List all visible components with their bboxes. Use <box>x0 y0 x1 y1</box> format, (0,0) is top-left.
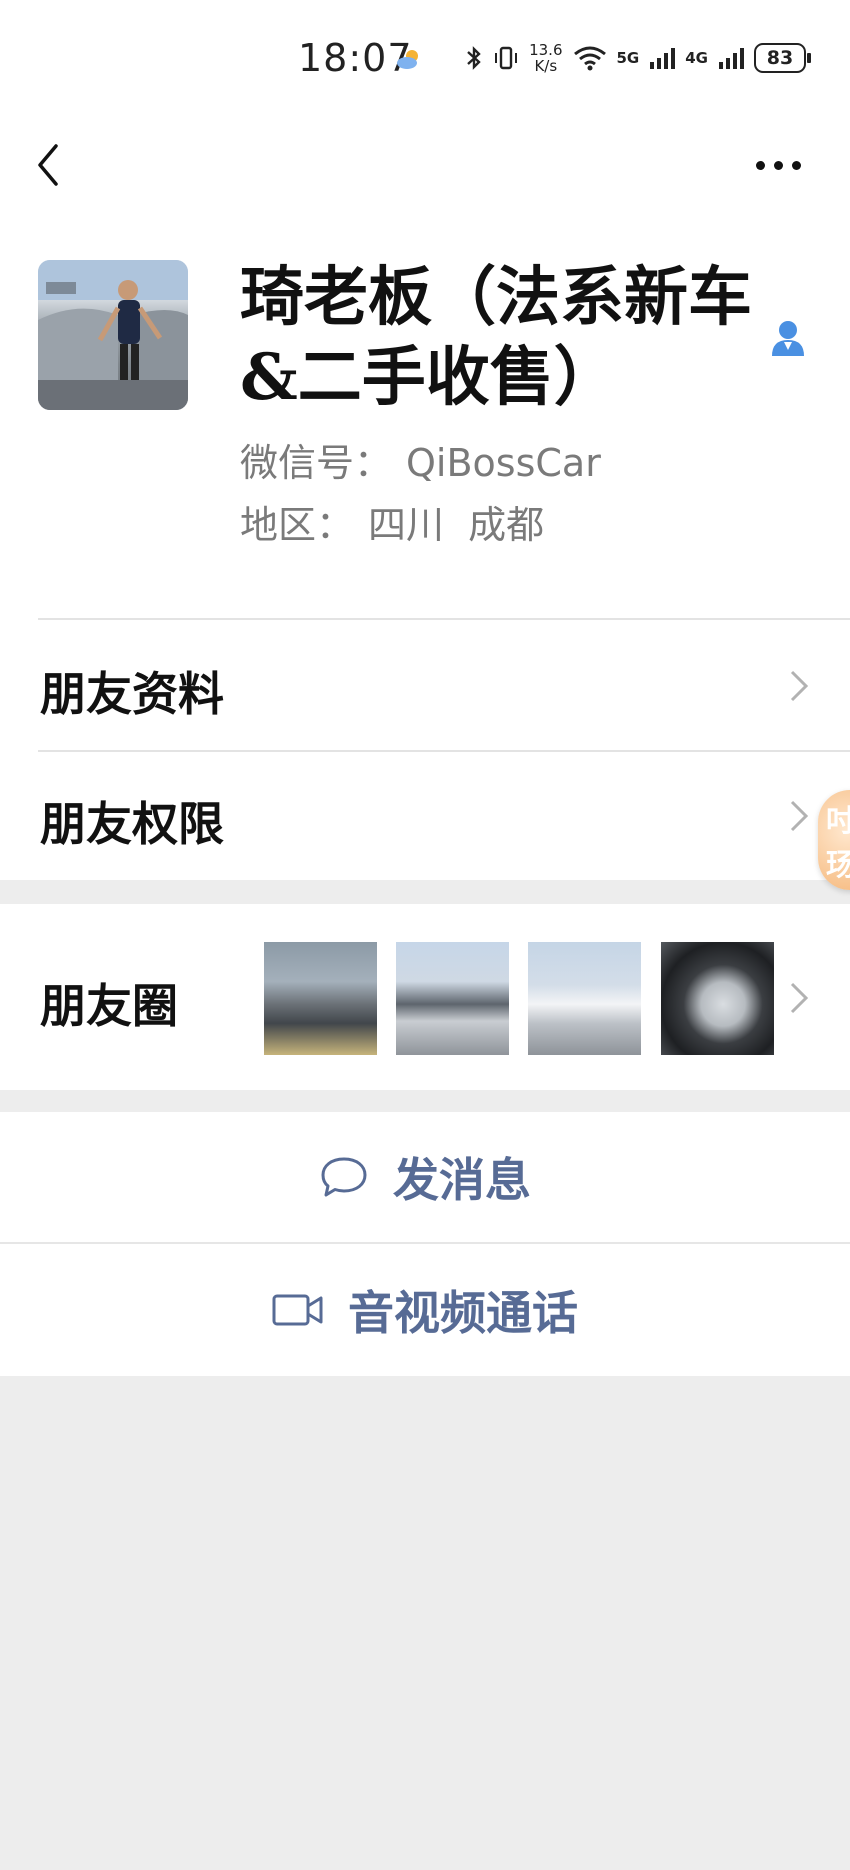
friend-permissions-row[interactable]: 朋友权限 <box>0 752 850 880</box>
dot-icon <box>792 160 801 170</box>
moments-thumbnail <box>528 942 641 1055</box>
send-message-label: 发消息 <box>393 1153 531 1207</box>
bluetooth-icon <box>467 46 481 70</box>
video-camera-icon <box>272 1294 323 1326</box>
avatar[interactable] <box>38 260 188 410</box>
friend-info-label: 朋友资料 <box>40 667 224 721</box>
friend-info-row[interactable]: 朋友资料 <box>0 620 850 750</box>
floating-assistant-badge[interactable]: 吋 玚 <box>818 790 850 890</box>
dot-icon <box>774 160 783 170</box>
chevron-right-icon <box>790 982 809 1014</box>
signal-5g-label: 5G <box>616 49 640 67</box>
friend-permissions-label: 朋友权限 <box>40 797 224 851</box>
region-label: 地区： <box>240 503 355 547</box>
battery-indicator: 83 <box>754 43 811 73</box>
video-call-button[interactable]: 音视频通话 <box>0 1244 850 1376</box>
chat-bubble-icon <box>321 1157 367 1197</box>
back-button[interactable] <box>30 140 70 190</box>
signal-bars-icon <box>719 48 744 69</box>
contact-person-icon[interactable] <box>770 318 806 358</box>
net-speed: 13.6 K/s <box>529 41 563 75</box>
vibrate-icon <box>495 46 518 70</box>
avatar-photo <box>38 260 188 410</box>
moments-label: 朋友圈 <box>40 979 178 1033</box>
moments-thumbnail <box>396 942 509 1055</box>
send-message-button[interactable]: 发消息 <box>0 1112 850 1242</box>
wechat-id-value: QiBossCar <box>406 441 601 485</box>
chevron-right-icon <box>790 800 809 832</box>
moments-thumbnail <box>661 942 774 1055</box>
more-options-button[interactable] <box>756 150 816 180</box>
moments-thumbnail <box>264 942 377 1055</box>
signal-bars-icon <box>650 48 676 69</box>
status-icons: 13.6 K/s 5G 4G 83 <box>465 41 811 75</box>
region-line: 地区： 四川 成都 <box>240 494 544 549</box>
wifi-icon <box>573 46 606 71</box>
contact-nickname: 琦老板（法系新车&二手收售） <box>240 260 752 415</box>
dot-icon <box>756 160 765 170</box>
video-call-label: 音视频通话 <box>348 1286 578 1340</box>
wechat-id-label: 微信号： <box>240 441 393 485</box>
wechat-id-line: 微信号： QiBossCar <box>240 432 601 487</box>
region-value: 四川 成都 <box>368 503 545 547</box>
signal-4g-label: 4G <box>685 49 708 67</box>
chevron-right-icon <box>790 670 809 702</box>
weather-icon <box>397 50 418 69</box>
